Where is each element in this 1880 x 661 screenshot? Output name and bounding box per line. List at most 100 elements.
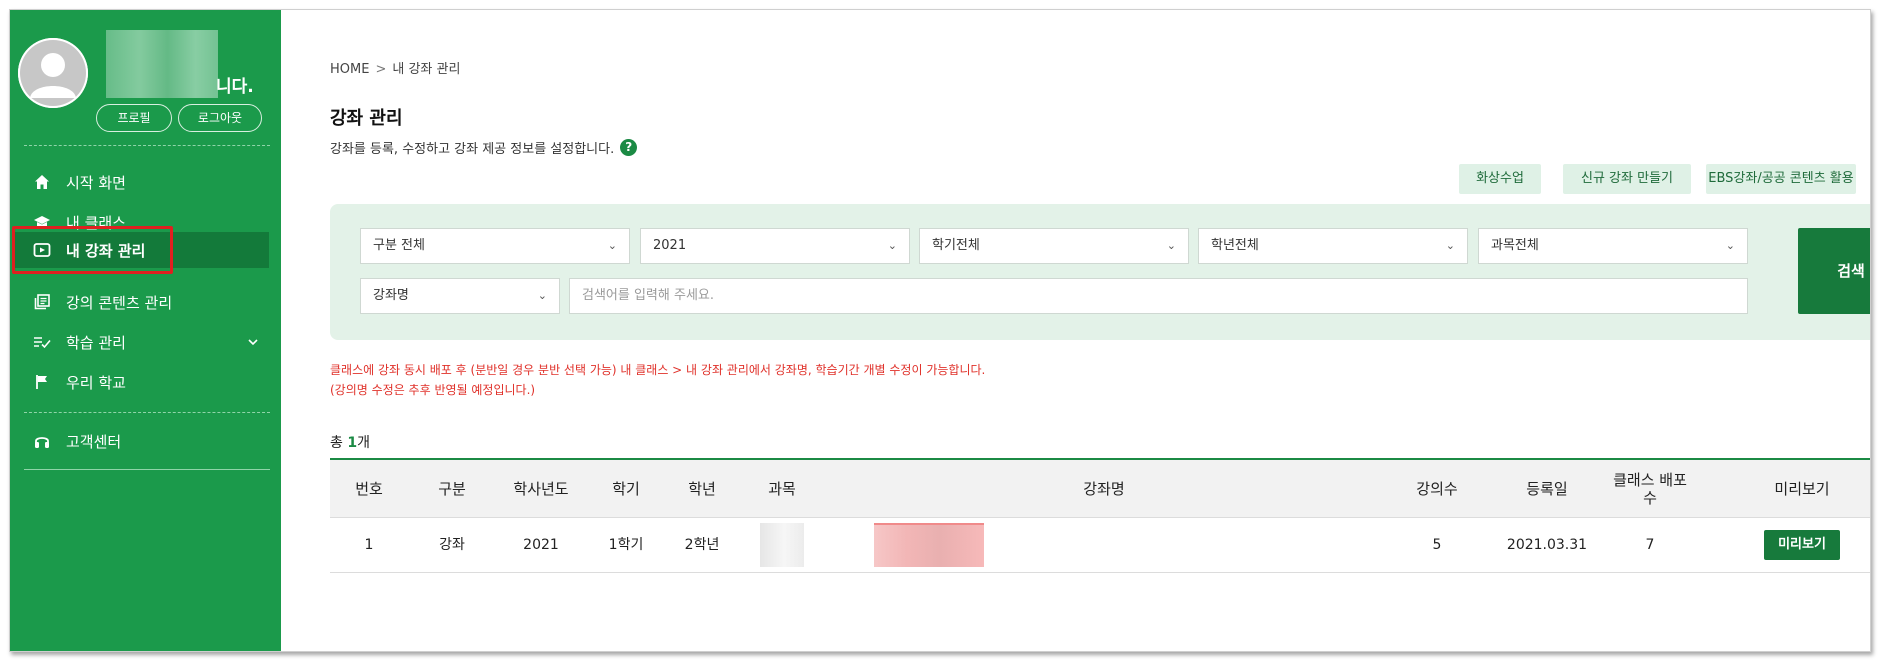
- help-icon[interactable]: ?: [620, 139, 638, 156]
- course-table: 번호 구분 학사년도 학기 학년 과목 강좌명 강의수 등록일 클래스 배포 수…: [330, 458, 1870, 573]
- chevron-down-icon: ⌄: [1445, 239, 1455, 252]
- cell-preview: 미리보기: [1722, 518, 1870, 572]
- headset-icon: [32, 431, 52, 451]
- grade-select[interactable]: 학년전체 ⌄: [1198, 228, 1468, 264]
- cell-type: 강좌: [439, 537, 465, 553]
- search-panel: 구분 전체 ⌄ 2021 ⌄ 학기전체 ⌄ 학년전체 ⌄ 과목전체 ⌄ 강좌명 …: [330, 204, 1870, 340]
- total-count: 총 1개: [330, 432, 370, 452]
- sidebar-item-label: 내 클래스: [66, 213, 126, 232]
- video-class-button[interactable]: 화상수업: [1459, 164, 1541, 194]
- sidebar-item-learning[interactable]: 학습 관리: [10, 324, 281, 360]
- breadcrumb-separator: >: [375, 62, 387, 77]
- chevron-down-icon: ⌄: [607, 239, 617, 252]
- breadcrumb-current: 내 강좌 관리: [392, 62, 461, 77]
- sidebar-item-label: 시작 화면: [66, 173, 126, 192]
- username-redacted: [106, 30, 218, 98]
- video-play-icon: [32, 240, 52, 260]
- semester-select[interactable]: 학기전체 ⌄: [919, 228, 1189, 264]
- chevron-down-icon: ⌄: [887, 239, 897, 252]
- total-suffix: 개: [357, 435, 370, 451]
- header-lectures: 강의수: [1416, 479, 1458, 498]
- grade-select-value: 학년전체: [1211, 238, 1259, 253]
- redacted-block: [760, 523, 804, 567]
- chevron-down-icon: ⌄: [1166, 239, 1176, 252]
- cell-semester: 1학기: [608, 537, 644, 553]
- graduation-cap-icon: [32, 212, 52, 232]
- header-date: 등록일: [1526, 479, 1568, 498]
- sidebar-item-home[interactable]: 시작 화면: [10, 164, 281, 200]
- search-input-placeholder: 검색어를 입력해 주세요.: [582, 288, 714, 303]
- header-no: 번호: [355, 479, 383, 498]
- cell-no: 1: [364, 537, 374, 553]
- subject-select-value: 과목전체: [1491, 238, 1539, 253]
- header-deploy: 클래스 배포 수: [1613, 470, 1687, 507]
- notice-line: (강의명 수정은 추후 반영될 예정입니다.): [330, 383, 536, 397]
- search-field-select[interactable]: 강좌명 ⌄: [360, 278, 560, 314]
- type-select-value: 구분 전체: [373, 238, 425, 253]
- page-description: 강좌를 등록, 수정하고 강좌 제공 정보를 설정합니다. ?: [330, 138, 638, 157]
- content-stack-icon: [32, 292, 52, 312]
- total-number: 1: [347, 435, 358, 451]
- preview-button[interactable]: 미리보기: [1764, 530, 1840, 560]
- header-year: 학사년도: [513, 479, 569, 498]
- sidebar-item-school[interactable]: 우리 학교: [10, 364, 281, 400]
- new-course-button[interactable]: 신규 강좌 만들기: [1563, 164, 1691, 194]
- sidebar-item-label: 우리 학교: [66, 373, 126, 392]
- notice: 클래스에 강좌 동시 배포 후 (분반일 경우 분반 선택 가능) 내 클래스 …: [330, 360, 985, 400]
- subject-select[interactable]: 과목전체 ⌄: [1478, 228, 1748, 264]
- header-course-name: 강좌명: [1083, 479, 1125, 498]
- notice-line: 클래스에 강좌 동시 배포 후 (분반일 경우 분반 선택 가능) 내 클래스 …: [330, 363, 986, 377]
- chevron-down-icon: ⌄: [1725, 239, 1735, 252]
- profile-button[interactable]: 프로필: [96, 104, 172, 132]
- total-prefix: 총: [330, 435, 348, 451]
- cell-grade: 2학년: [684, 537, 720, 553]
- search-button[interactable]: 검색: [1798, 228, 1870, 314]
- checklist-icon: [32, 332, 52, 352]
- home-icon: [32, 172, 52, 192]
- flag-icon: [32, 372, 52, 392]
- sidebar-item-label: 고객센터: [66, 432, 122, 451]
- sidebar-divider: [24, 412, 270, 413]
- header-preview: 미리보기: [1774, 479, 1830, 498]
- sidebar-item-content[interactable]: 강의 콘텐츠 관리: [10, 284, 281, 320]
- sidebar-divider: [24, 469, 270, 470]
- logout-button[interactable]: 로그아웃: [178, 104, 262, 132]
- main-content: HOME > 내 강좌 관리 강좌 관리 강좌를 등록, 수정하고 강좌 제공 정보…: [281, 10, 1870, 651]
- cell-course-name-redacted[interactable]: [826, 518, 1382, 572]
- table-row: 1 강좌 2021 1학기 2학년 5 2021.03.31 7 미리보기: [330, 518, 1870, 573]
- cell-lectures: 5: [1432, 537, 1442, 553]
- search-field-value: 강좌명: [373, 288, 409, 303]
- sidebar-divider: [24, 145, 270, 146]
- cell-subject-redacted: [738, 518, 826, 572]
- cell-date: 2021.03.31: [1506, 537, 1588, 553]
- app-window: 니다. 프로필 로그아웃 시작 화면 내 클래스 내 강좌 관리 강의 콘텐츠 …: [9, 9, 1871, 652]
- username-suffix: 니다.: [216, 77, 254, 97]
- sidebar: 니다. 프로필 로그아웃 시작 화면 내 클래스 내 강좌 관리 강의 콘텐츠 …: [10, 10, 281, 651]
- header-grade: 학년: [688, 479, 716, 498]
- redacted-block: [874, 523, 984, 567]
- sidebar-item-my-course[interactable]: 내 강좌 관리: [15, 232, 269, 268]
- table-header: 번호 구분 학사년도 학기 학년 과목 강좌명 강의수 등록일 클래스 배포 수…: [330, 458, 1870, 518]
- ebs-content-button[interactable]: EBS강좌/공공 콘텐츠 활용: [1706, 164, 1856, 194]
- chevron-down-icon[interactable]: [247, 334, 259, 352]
- chevron-down-icon: ⌄: [537, 289, 547, 302]
- year-select-value: 2021: [653, 238, 687, 253]
- cell-year: 2021: [523, 537, 559, 553]
- year-select[interactable]: 2021 ⌄: [640, 228, 910, 264]
- breadcrumb-home[interactable]: HOME: [330, 62, 369, 77]
- sidebar-item-label: 내 강좌 관리: [66, 241, 146, 260]
- type-select[interactable]: 구분 전체 ⌄: [360, 228, 630, 264]
- breadcrumb: HOME > 내 강좌 관리: [330, 58, 460, 77]
- sidebar-item-label: 강의 콘텐츠 관리: [66, 293, 173, 312]
- semester-select-value: 학기전체: [932, 238, 980, 253]
- cell-deploy: 7: [1645, 537, 1655, 553]
- page-description-text: 강좌를 등록, 수정하고 강좌 제공 정보를 설정합니다.: [330, 142, 615, 157]
- search-input[interactable]: 검색어를 입력해 주세요.: [569, 278, 1748, 314]
- header-type: 구분: [438, 479, 466, 498]
- sidebar-item-support[interactable]: 고객센터: [10, 423, 281, 459]
- page-title: 강좌 관리: [330, 108, 403, 129]
- header-subject: 과목: [768, 479, 796, 498]
- sidebar-item-label: 학습 관리: [66, 333, 126, 352]
- header-semester: 학기: [612, 479, 640, 498]
- avatar[interactable]: [18, 38, 88, 108]
